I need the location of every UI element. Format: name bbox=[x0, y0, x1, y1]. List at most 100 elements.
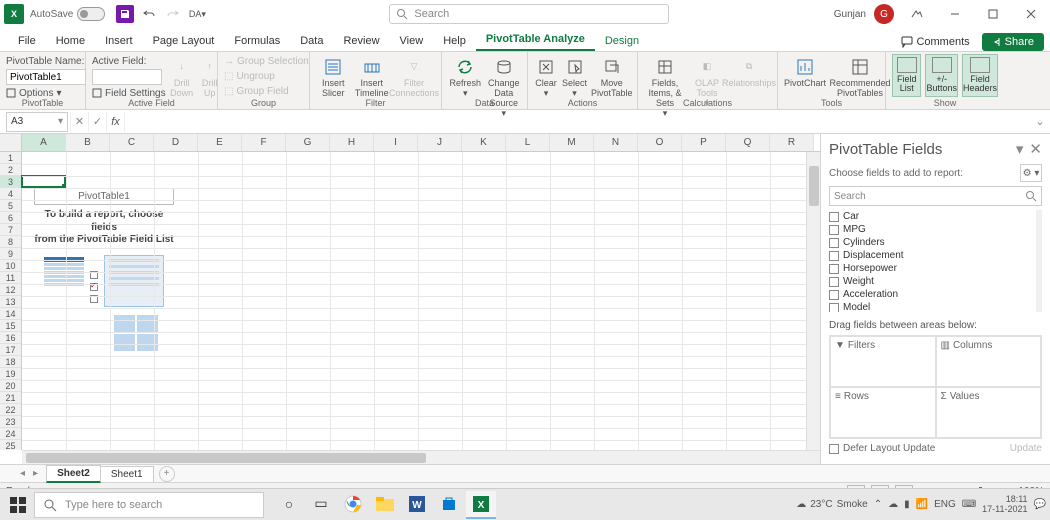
col-header[interactable]: L bbox=[506, 134, 550, 151]
tab-data[interactable]: Data bbox=[290, 31, 333, 51]
field-item[interactable]: Horsepower bbox=[829, 262, 1036, 275]
col-header[interactable]: M bbox=[550, 134, 594, 151]
row-header[interactable]: 11 bbox=[0, 272, 21, 284]
word-icon[interactable]: W bbox=[402, 491, 432, 519]
excel-taskbar-icon[interactable]: X bbox=[466, 491, 496, 519]
checkbox-icon[interactable] bbox=[829, 277, 839, 287]
col-header[interactable]: I bbox=[374, 134, 418, 151]
col-header[interactable]: J bbox=[418, 134, 462, 151]
refresh-button[interactable]: Refresh ▾ bbox=[448, 54, 483, 99]
col-header[interactable]: D bbox=[154, 134, 198, 151]
expand-formula-bar[interactable]: ⌄ bbox=[1030, 115, 1050, 128]
row-header[interactable]: 10 bbox=[0, 260, 21, 272]
language-indicator[interactable]: ENG bbox=[934, 499, 956, 510]
col-header[interactable]: B bbox=[66, 134, 110, 151]
wifi-icon[interactable]: 📶 bbox=[916, 499, 928, 510]
formula-input[interactable] bbox=[124, 112, 1030, 132]
pivotchart-button[interactable]: PivotChart bbox=[784, 54, 826, 89]
row-header[interactable]: 8 bbox=[0, 236, 21, 248]
ime-icon[interactable]: ⌨ bbox=[962, 499, 976, 510]
row-header[interactable]: 18 bbox=[0, 356, 21, 368]
sheet-tab-active[interactable]: Sheet2 bbox=[46, 465, 101, 483]
row-header[interactable]: 5 bbox=[0, 200, 21, 212]
filters-area[interactable]: ▼Filters bbox=[830, 336, 936, 387]
insert-timeline-button[interactable]: Insert Timeline bbox=[355, 54, 390, 99]
weather-widget[interactable]: ☁ 23°C Smoke bbox=[796, 499, 867, 510]
row-header[interactable]: 23 bbox=[0, 416, 21, 428]
row-header[interactable]: 4 bbox=[0, 188, 21, 200]
select-button[interactable]: Select ▾ bbox=[562, 54, 587, 99]
pane-close-icon[interactable]: ✕ bbox=[1029, 140, 1042, 158]
search-input[interactable]: Search bbox=[389, 4, 669, 24]
autosave-toggle[interactable] bbox=[77, 7, 105, 21]
store-icon[interactable] bbox=[434, 491, 464, 519]
row-header[interactable]: 16 bbox=[0, 332, 21, 344]
comments-button[interactable]: Comments bbox=[895, 33, 975, 51]
col-header[interactable]: P bbox=[682, 134, 726, 151]
field-item[interactable]: Cylinders bbox=[829, 236, 1036, 249]
row-header[interactable]: 7 bbox=[0, 224, 21, 236]
row-header[interactable]: 17 bbox=[0, 344, 21, 356]
tab-file[interactable]: File bbox=[8, 31, 46, 51]
values-area[interactable]: ΣValues bbox=[936, 387, 1042, 438]
tab-view[interactable]: View bbox=[390, 31, 434, 51]
new-sheet-button[interactable]: + bbox=[159, 466, 175, 482]
active-field-input[interactable] bbox=[92, 69, 162, 85]
col-header[interactable]: H bbox=[330, 134, 374, 151]
file-explorer-icon[interactable] bbox=[370, 491, 400, 519]
cells-area[interactable]: PivotTable1 To build a report, choose fi… bbox=[22, 152, 806, 450]
clock[interactable]: 18:1117-11-2021 bbox=[982, 495, 1027, 515]
redo-button[interactable] bbox=[162, 3, 184, 25]
field-item[interactable]: MPG bbox=[829, 223, 1036, 236]
notifications-icon[interactable]: 💬 bbox=[1034, 499, 1046, 510]
col-header[interactable]: F bbox=[242, 134, 286, 151]
col-header[interactable]: Q bbox=[726, 134, 770, 151]
row-header[interactable]: 19 bbox=[0, 368, 21, 380]
tab-pivottable-analyze[interactable]: PivotTable Analyze bbox=[476, 29, 595, 51]
checkbox-icon[interactable] bbox=[829, 264, 839, 274]
checkbox-icon[interactable] bbox=[829, 225, 839, 235]
rows-area[interactable]: ≡Rows bbox=[830, 387, 936, 438]
horizontal-scrollbar[interactable] bbox=[22, 450, 820, 464]
field-item[interactable]: Acceleration bbox=[829, 288, 1036, 301]
field-item[interactable]: Car bbox=[829, 210, 1036, 223]
field-list-toggle[interactable]: Field List bbox=[892, 54, 921, 97]
select-all-corner[interactable] bbox=[0, 134, 22, 151]
row-header[interactable]: 13 bbox=[0, 296, 21, 308]
field-item[interactable]: Model bbox=[829, 301, 1036, 312]
row-header[interactable]: 21 bbox=[0, 392, 21, 404]
maximize-button[interactable] bbox=[978, 0, 1008, 28]
checkbox-icon[interactable] bbox=[829, 212, 839, 222]
columns-area[interactable]: ▥Columns bbox=[936, 336, 1042, 387]
row-header[interactable]: 3 bbox=[0, 176, 21, 188]
row-header[interactable]: 12 bbox=[0, 284, 21, 296]
col-header[interactable]: E bbox=[198, 134, 242, 151]
col-header[interactable]: A bbox=[22, 134, 66, 151]
share-button[interactable]: Share bbox=[982, 33, 1044, 51]
col-header[interactable]: O bbox=[638, 134, 682, 151]
sheet-tab[interactable]: Sheet1 bbox=[100, 466, 154, 482]
field-item[interactable]: Weight bbox=[829, 275, 1036, 288]
checkbox-icon[interactable] bbox=[829, 303, 839, 313]
tab-review[interactable]: Review bbox=[333, 31, 389, 51]
row-header[interactable]: 1 bbox=[0, 152, 21, 164]
field-item[interactable]: Displacement bbox=[829, 249, 1036, 262]
start-button[interactable] bbox=[4, 491, 32, 519]
change-data-source-button[interactable]: Change Data Source ▾ bbox=[487, 54, 522, 119]
sheet-nav-prev[interactable]: ◂ bbox=[20, 468, 25, 479]
tab-design[interactable]: Design bbox=[595, 31, 649, 51]
ribbon-display-button[interactable] bbox=[902, 0, 932, 28]
tray-chevron-icon[interactable]: ⌃ bbox=[874, 499, 882, 510]
row-header[interactable]: 24 bbox=[0, 428, 21, 440]
avatar[interactable]: G bbox=[874, 4, 894, 24]
fields-items-sets-button[interactable]: Fields, Items, & Sets ▾ bbox=[644, 54, 686, 119]
insert-slicer-button[interactable]: Insert Slicer bbox=[316, 54, 351, 99]
row-header[interactable]: 20 bbox=[0, 380, 21, 392]
recommended-pivottables-button[interactable]: Recommended PivotTables bbox=[830, 54, 890, 99]
pane-options-icon[interactable]: ▾ bbox=[1016, 140, 1024, 158]
row-header[interactable]: 15 bbox=[0, 320, 21, 332]
tab-home[interactable]: Home bbox=[46, 31, 95, 51]
defer-checkbox[interactable] bbox=[829, 444, 839, 454]
minimize-button[interactable] bbox=[940, 0, 970, 28]
field-headers-toggle[interactable]: Field Headers bbox=[962, 54, 998, 97]
